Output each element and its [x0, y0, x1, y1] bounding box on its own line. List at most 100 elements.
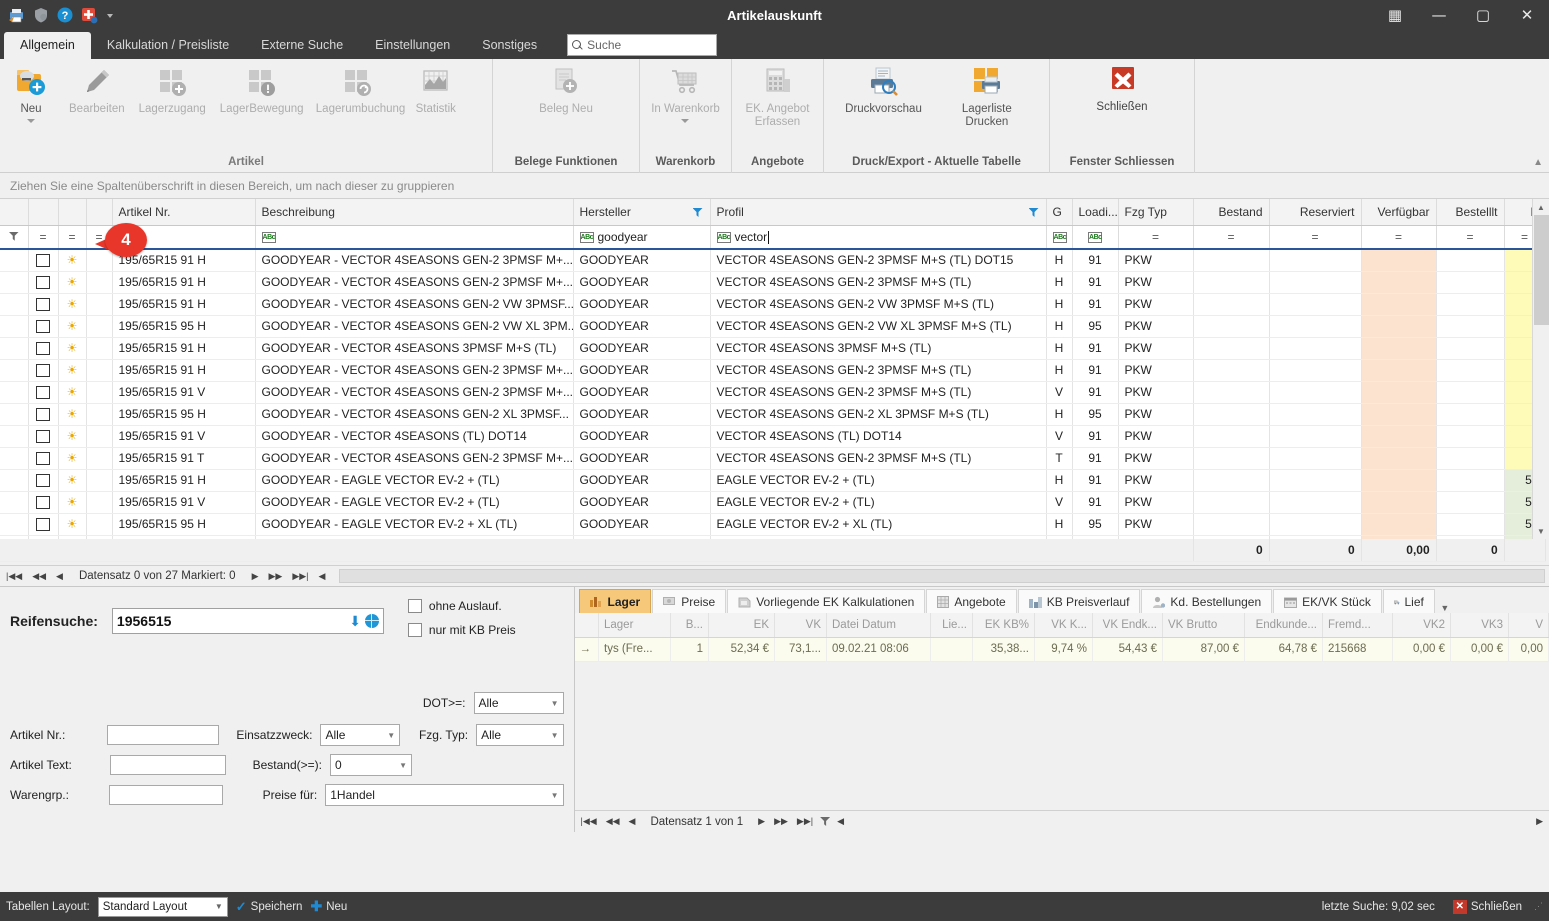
ribbon-button-schliessen[interactable]: Schließen	[1089, 65, 1154, 114]
row-checkbox-box[interactable]	[36, 364, 50, 378]
preise-fuer-select[interactable]: 1Handel ▼	[325, 784, 564, 806]
detail-nav-first-icon[interactable]: |◀◀	[579, 816, 599, 827]
row-checkbox-box[interactable]	[36, 298, 50, 312]
detail-grid-body[interactable]: → tys (Fre... 1 52,34 €73,1... 09.02.21 08:0…	[574, 637, 1549, 662]
detail-col-endkunde[interactable]: Endkunde...	[1244, 613, 1323, 638]
filter-bestand[interactable]: =	[1193, 225, 1270, 250]
detail-nav-prev-page-icon[interactable]: ◀◀	[604, 816, 622, 827]
table-row[interactable]: ☀ 195/65R15 91 H GOODYEAR - VECTOR 4SEASON…	[0, 293, 1546, 316]
row-checkbox[interactable]	[28, 403, 59, 426]
detail-tab-kb-preisverlauf[interactable]: KB Preisverlauf	[1017, 589, 1141, 613]
quick-access-toolbar[interactable]: ?	[0, 6, 116, 24]
filter-funnel-cell[interactable]	[0, 225, 29, 250]
detail-col-lager[interactable]: Lager	[598, 613, 671, 638]
shield-icon[interactable]	[32, 6, 50, 24]
table-row[interactable]: ☀ 195/65R15 95 H GOODYEAR - VECTOR 4SEASON…	[0, 315, 1546, 338]
detail-col-vk-brutto[interactable]: VK Brutto	[1162, 613, 1245, 638]
row-selector[interactable]	[0, 469, 29, 492]
artikel-nr-input[interactable]	[107, 725, 220, 745]
row-checkbox[interactable]	[28, 381, 59, 404]
detail-col-fremd[interactable]: Fremd...	[1322, 613, 1393, 638]
detail-grid-header-row[interactable]: Lager B... EK VK Datei Datum Lie... EK K…	[574, 613, 1549, 638]
detail-grid-navigator[interactable]: |◀◀ ◀◀ ◀ Datensatz 1 von 1 ▶ ▶▶ ▶▶| ◀ ▶	[574, 810, 1549, 832]
detail-col-datei-datum[interactable]: Datei Datum	[826, 613, 931, 638]
row-selector[interactable]	[0, 315, 29, 338]
row-checkbox[interactable]	[28, 271, 59, 294]
status-close-button[interactable]: ✕ Schließen	[1452, 899, 1522, 914]
nav-next-page-icon[interactable]: ▶▶	[266, 571, 284, 582]
detail-col-vk-k[interactable]: VK K...	[1034, 613, 1093, 638]
ohne-auslauf-checkbox[interactable]	[407, 599, 422, 613]
nav-last-icon[interactable]: ▶▶|	[290, 571, 310, 582]
detail-tab-vorliegende-ek-kalkulationen[interactable]: Vorliegende EK Kalkulationen	[727, 589, 926, 613]
detail-col-arrow[interactable]	[574, 613, 599, 638]
row-selector[interactable]	[0, 337, 29, 360]
nav-next-icon[interactable]: ▶	[250, 571, 261, 582]
resize-grip-icon[interactable]: ⋰	[1534, 901, 1543, 912]
main-grid-navigator[interactable]: |◀◀ ◀◀ ◀ Datensatz 0 von 27 Markiert: 0 …	[0, 565, 1549, 587]
hersteller-filter-icon[interactable]	[692, 208, 703, 217]
filter-g[interactable]: ABc	[1046, 225, 1073, 250]
nav-prev-icon[interactable]: ◀	[54, 571, 65, 582]
filter-fzg-typ[interactable]: =	[1118, 225, 1194, 250]
table-row[interactable]: ☀ 195/65R15 91 H GOODYEAR - VECTOR 4SEASON…	[0, 271, 1546, 294]
ribbon-button-statistik[interactable]: Statistik	[405, 65, 467, 116]
main-grid-filter-row[interactable]: = = = ABc ABc ABc goodyear ABc vector ABc …	[0, 225, 1546, 250]
checkbox-nur-mit-kb-preis[interactable]: nur mit KB Preis	[407, 623, 516, 637]
row-selector[interactable]	[0, 425, 29, 448]
close-button[interactable]: ✕	[1505, 0, 1549, 30]
detail-table-row[interactable]: → tys (Fre... 1 52,34 €73,1... 09.02.21 08:0…	[574, 637, 1549, 662]
nav-first-icon[interactable]: |◀◀	[4, 571, 24, 582]
col-header-beschreibung[interactable]: Beschreibung	[255, 199, 574, 226]
scroll-down-arrow-icon[interactable]: ▼	[1533, 523, 1549, 539]
first-aid-icon[interactable]	[80, 6, 98, 24]
filter-blank[interactable]: =	[86, 225, 113, 250]
detail-col-vk3[interactable]: VK3	[1450, 613, 1509, 638]
row-checkbox[interactable]	[28, 513, 59, 536]
ribbon-tab-strip[interactable]: Allgemein Kalkulation / Preisliste Exter…	[0, 30, 1549, 59]
col-header-hersteller[interactable]: Hersteller	[573, 199, 711, 226]
row-checkbox-box[interactable]	[36, 386, 50, 400]
table-row[interactable]: ☀ 195/65R15 91 H GOODYEAR - VECTOR 4SEASON…	[0, 359, 1546, 382]
row-checkbox-box[interactable]	[36, 452, 50, 466]
nur-mit-kb-preis-checkbox[interactable]	[407, 623, 422, 637]
detail-tab-strip[interactable]: Lager Preise Vorliegende EK Kalkulatione…	[574, 587, 1549, 613]
table-row[interactable]: ☀ 195/65R15 91 V GOODYEAR - EAGLE VECTOR E…	[0, 491, 1546, 514]
main-grid-body[interactable]: ☀ 195/65R15 91 H GOODYEAR - VECTOR 4SEASON…	[0, 249, 1546, 539]
minimize-button[interactable]: —	[1417, 0, 1461, 30]
ribbon-button-beleg-neu[interactable]: Beleg Neu	[532, 65, 600, 116]
table-row[interactable]: ☀ 195/65R15 91 H GOODYEAR - VECTOR 4SEASON…	[0, 337, 1546, 360]
detail-tabs-overflow-icon[interactable]: ▼	[1436, 603, 1454, 613]
fzg-typ-select[interactable]: Alle ▼	[476, 724, 564, 746]
chevron-down-icon[interactable]: ▼	[387, 731, 395, 740]
save-button[interactable]: ✓ Speichern	[236, 899, 303, 915]
table-row[interactable]: ☀ 195/65R15 91 H GOODYEAR - EAGLE VECTOR E…	[0, 469, 1546, 492]
neu-dropdown-caret-icon[interactable]	[27, 119, 35, 123]
tab-sonstiges[interactable]: Sonstiges	[466, 32, 553, 59]
new-layout-button[interactable]: ✚ Neu	[310, 898, 347, 915]
tab-kalkulation-preisliste[interactable]: Kalkulation / Preisliste	[91, 32, 245, 59]
row-checkbox-box[interactable]	[36, 496, 50, 510]
col-header-blank[interactable]	[86, 199, 113, 226]
artikel-text-input[interactable]	[110, 755, 226, 775]
detail-nav-next-icon[interactable]: ▶	[756, 816, 767, 827]
row-selector[interactable]	[0, 513, 29, 536]
scroll-thumb[interactable]	[1534, 215, 1549, 325]
col-header-g[interactable]: G	[1046, 199, 1073, 226]
detail-hscroll-left-icon[interactable]: ◀	[835, 816, 846, 827]
detail-col-ek[interactable]: EK	[708, 613, 775, 638]
row-checkbox-box[interactable]	[36, 430, 50, 444]
restore-grid-button[interactable]: ▦	[1373, 0, 1417, 30]
ribbon-collapse-icon[interactable]: ▲	[1533, 157, 1543, 168]
col-header-bestand[interactable]: Bestand	[1193, 199, 1270, 226]
detail-col-vk2[interactable]: VK2	[1392, 613, 1451, 638]
table-row[interactable]: ☀ 195/65R15 91 V GOODYEAR - VECTOR 4SEASON…	[0, 425, 1546, 448]
row-checkbox-box[interactable]	[36, 276, 50, 290]
detail-nav-last-icon[interactable]: ▶▶|	[795, 816, 815, 827]
maximize-button[interactable]: ▢	[1461, 0, 1505, 30]
printer-icon[interactable]	[8, 6, 26, 24]
filter-check[interactable]: =	[28, 225, 59, 250]
chevron-down-icon[interactable]: ▼	[215, 902, 223, 911]
row-checkbox[interactable]	[28, 447, 59, 470]
row-selector[interactable]	[0, 249, 29, 272]
